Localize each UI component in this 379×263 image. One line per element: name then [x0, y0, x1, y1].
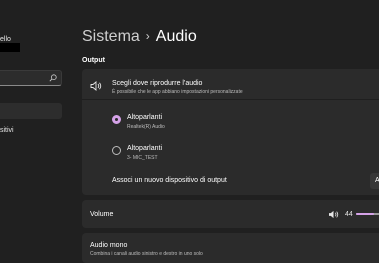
output-section-title: Output: [82, 57, 105, 64]
user-name: ello: [0, 36, 11, 43]
volume-slider[interactable]: [356, 213, 379, 215]
redacted-email: [0, 43, 20, 52]
output-card: Scegli dove riprodurre l'audio È possibi…: [82, 69, 379, 195]
volume-label: Volume: [90, 211, 114, 218]
sidebar: ello sitivi: [0, 0, 77, 259]
add-device-button[interactable]: A: [370, 173, 379, 189]
radio-unselected[interactable]: [112, 146, 121, 155]
device-name: Altoparlanti: [127, 114, 163, 121]
device-option-mic-test[interactable]: Altoparlanti 3- MIC_TEST: [82, 142, 379, 166]
mono-audio-title: Audio mono: [90, 242, 128, 249]
breadcrumb: Sistema › Audio: [82, 28, 197, 46]
volume-slider-fill: [356, 213, 374, 215]
breadcrumb-parent[interactable]: Sistema: [82, 28, 140, 45]
sidebar-item-devices[interactable]: sitivi: [0, 127, 14, 134]
speaker-icon: [90, 81, 102, 91]
settings-search-box[interactable]: [0, 70, 62, 86]
search-icon[interactable]: [49, 74, 57, 82]
page-title: Audio: [155, 28, 197, 45]
sidebar-item-selected[interactable]: [0, 103, 62, 119]
volume-value: 44: [345, 211, 353, 218]
device-description: 3- MIC_TEST: [127, 155, 158, 161]
output-header-subtitle: È possibile che le app abbiano impostazi…: [112, 89, 243, 95]
volume-icon[interactable]: [328, 210, 339, 219]
add-output-device-label: Associ un nuovo dispositivo di output: [112, 177, 227, 184]
search-input[interactable]: [3, 73, 47, 83]
output-device-header[interactable]: Scegli dove riprodurre l'audio È possibi…: [82, 69, 379, 100]
breadcrumb-separator: ›: [145, 29, 150, 43]
device-name: Altoparlanti: [127, 145, 163, 152]
volume-card: Volume 44: [82, 200, 379, 228]
radio-selected[interactable]: [112, 115, 121, 124]
output-header-title: Scegli dove riprodurre l'audio: [112, 80, 203, 87]
device-option-realtek[interactable]: Altoparlanti Realtek(R) Audio: [82, 111, 379, 135]
mono-audio-description: Combina i canali audio sinistro e destro…: [90, 251, 203, 257]
device-description: Realtek(R) Audio: [127, 124, 165, 130]
